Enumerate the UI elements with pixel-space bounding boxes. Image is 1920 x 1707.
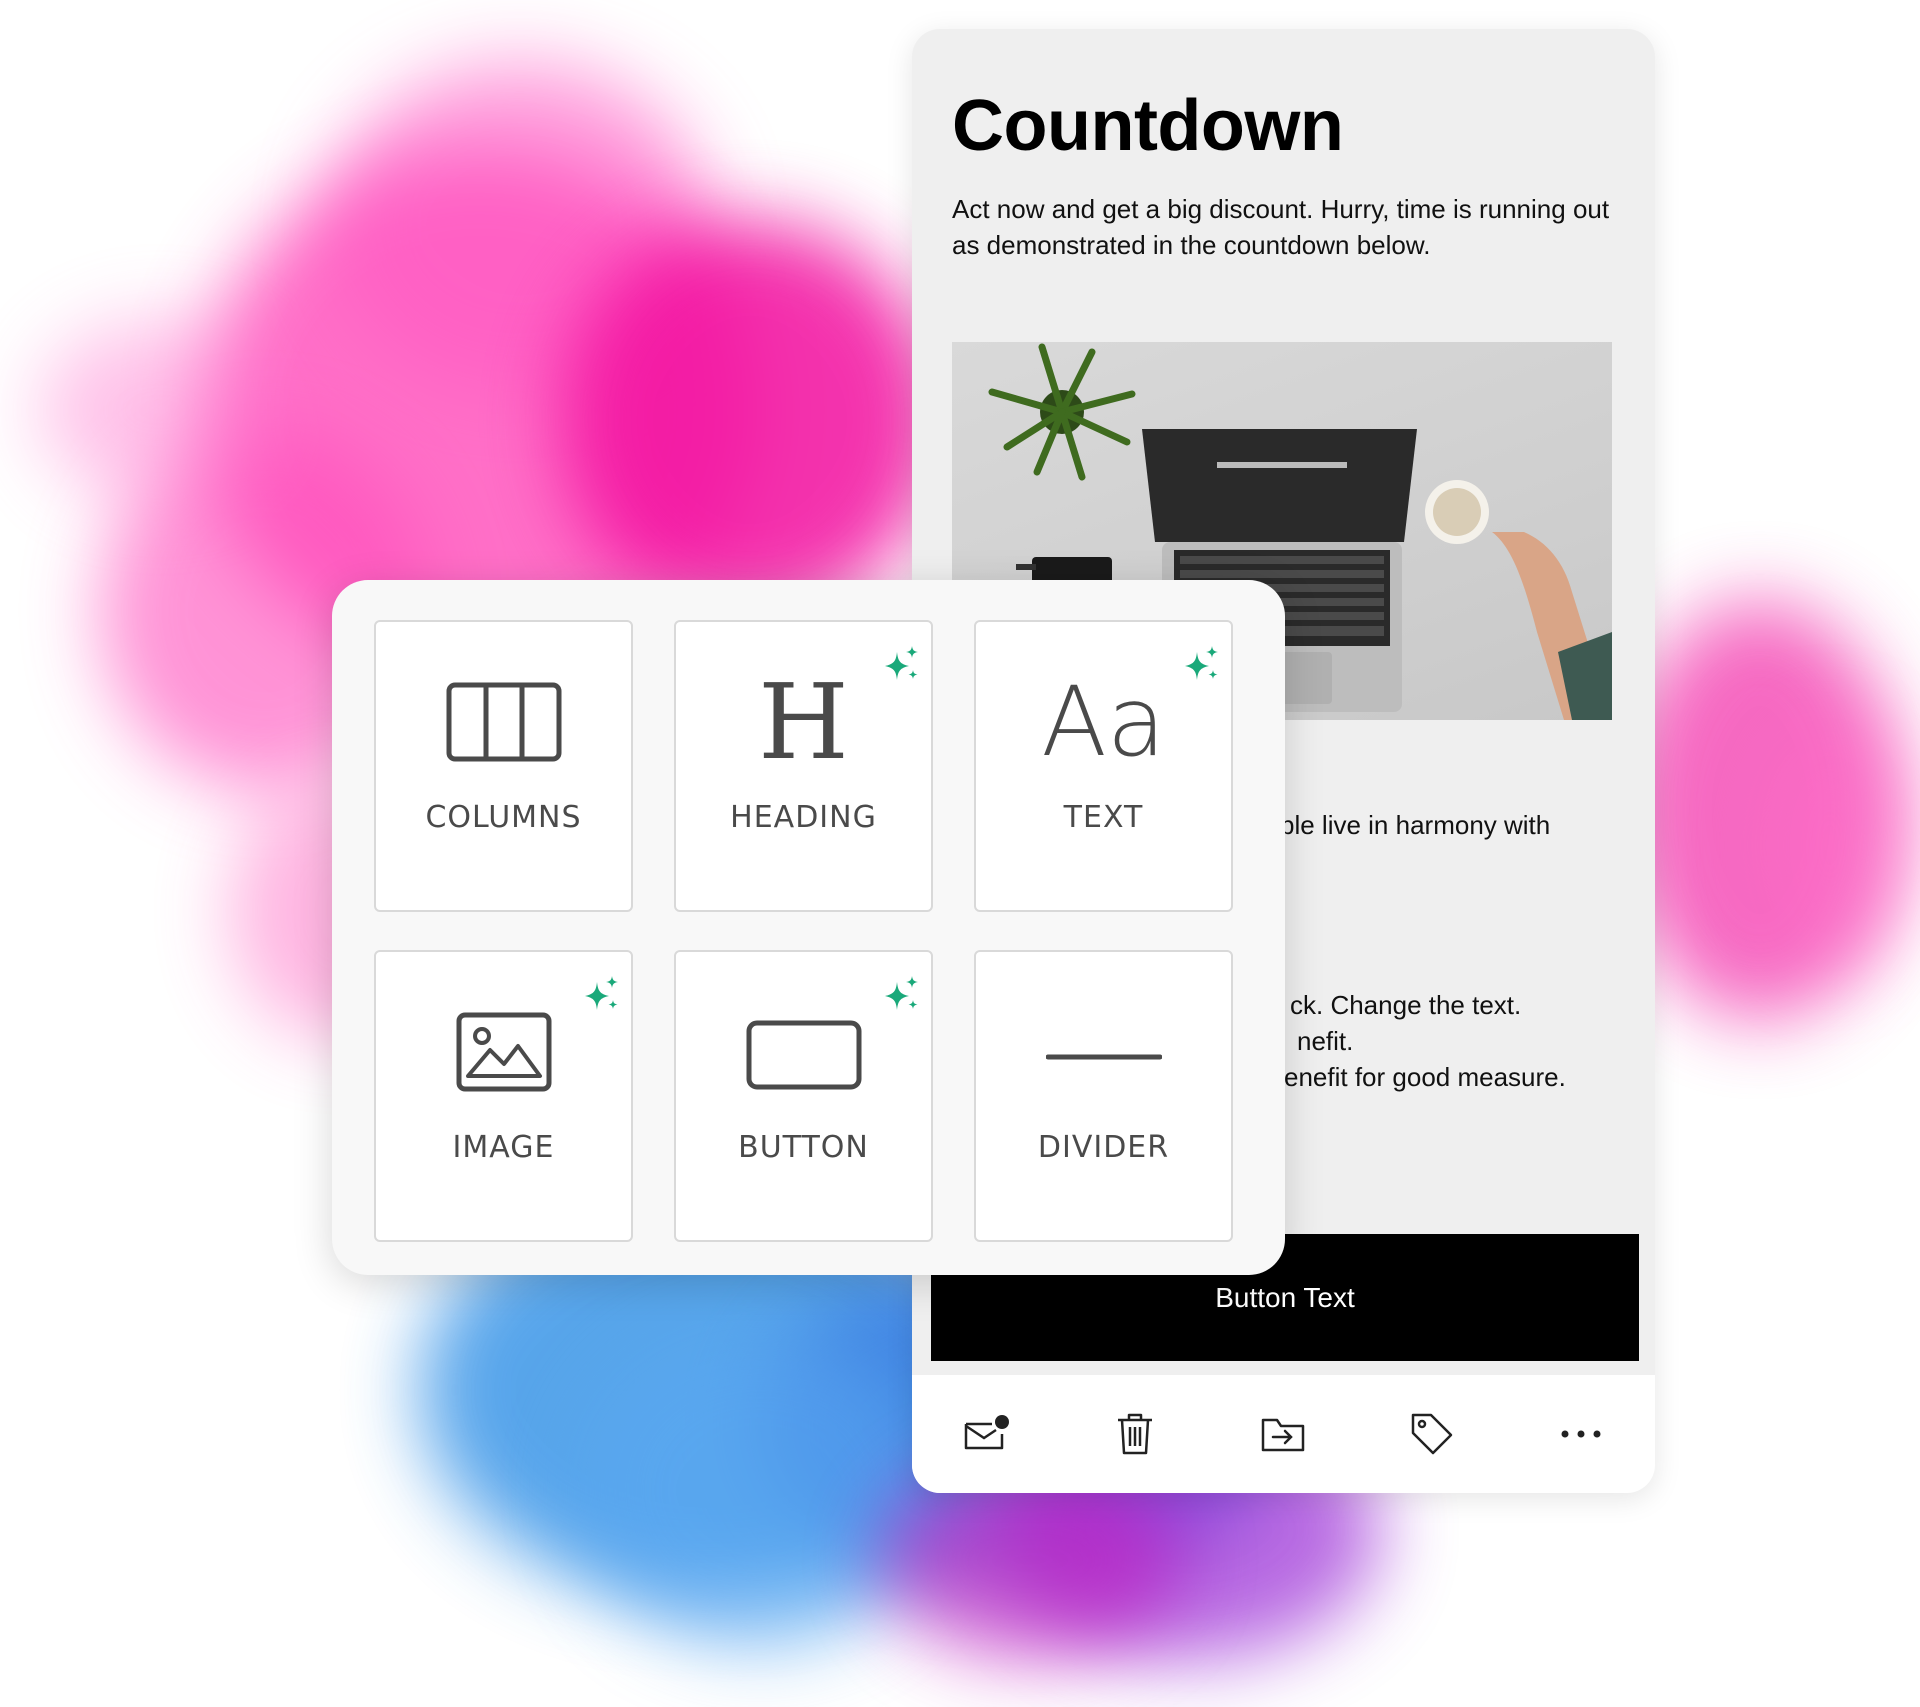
button-block-tile[interactable]: BUTTON <box>674 950 933 1242</box>
content-block-palette: COLUMNS H HEADING Aa TEXT IMAGE BUTTON D… <box>332 580 1285 1275</box>
ai-sparkle-icon <box>1185 646 1218 680</box>
tile-label: BUTTON <box>738 1130 869 1165</box>
image-icon <box>456 1012 551 1092</box>
columns-block-tile[interactable]: COLUMNS <box>374 620 633 912</box>
tag-button[interactable] <box>1397 1399 1467 1469</box>
mark-unread-button[interactable] <box>951 1399 1021 1469</box>
text-block-tile[interactable]: Aa TEXT <box>974 620 1233 912</box>
heading-icon: H <box>758 661 849 783</box>
button-icon <box>746 1020 861 1090</box>
columns-icon <box>446 682 561 762</box>
ai-sparkle-icon <box>585 976 618 1010</box>
email-body-line-4: enefit for good measure. <box>1284 1062 1566 1092</box>
tag-icon <box>1411 1413 1453 1455</box>
ai-sparkle-icon <box>885 646 918 680</box>
delete-button[interactable] <box>1100 1399 1170 1469</box>
tile-label: IMAGE <box>452 1130 555 1165</box>
email-body-line-1: ple live in harmony with <box>1280 810 1551 840</box>
move-icon <box>1262 1418 1305 1452</box>
more-button[interactable] <box>1546 1399 1616 1469</box>
move-button[interactable] <box>1248 1399 1318 1469</box>
ai-sparkle-icon <box>885 976 918 1010</box>
mail-unread-icon <box>965 1415 1010 1450</box>
more-icon <box>1561 1430 1601 1438</box>
email-actions-toolbar <box>912 1375 1655 1493</box>
trash-icon <box>1117 1413 1152 1455</box>
tile-label: DIVIDER <box>1037 1130 1170 1165</box>
tile-label: TEXT <box>1063 800 1144 835</box>
divider-icon <box>1045 1054 1162 1060</box>
tile-label: HEADING <box>730 800 877 835</box>
tile-label: COLUMNS <box>425 800 582 835</box>
text-icon: Aa <box>1041 666 1166 778</box>
image-block-tile[interactable]: IMAGE <box>374 950 633 1242</box>
heading-block-tile[interactable]: H HEADING <box>674 620 933 912</box>
divider-block-tile[interactable]: DIVIDER <box>974 950 1233 1242</box>
email-title: Countdown <box>952 86 1344 166</box>
email-intro-text: Act now and get a big discount. Hurry, t… <box>952 194 1610 260</box>
email-body-line-3: nefit. <box>1297 1026 1354 1056</box>
email-body-line-2: ck. Change the text. <box>1290 990 1522 1020</box>
